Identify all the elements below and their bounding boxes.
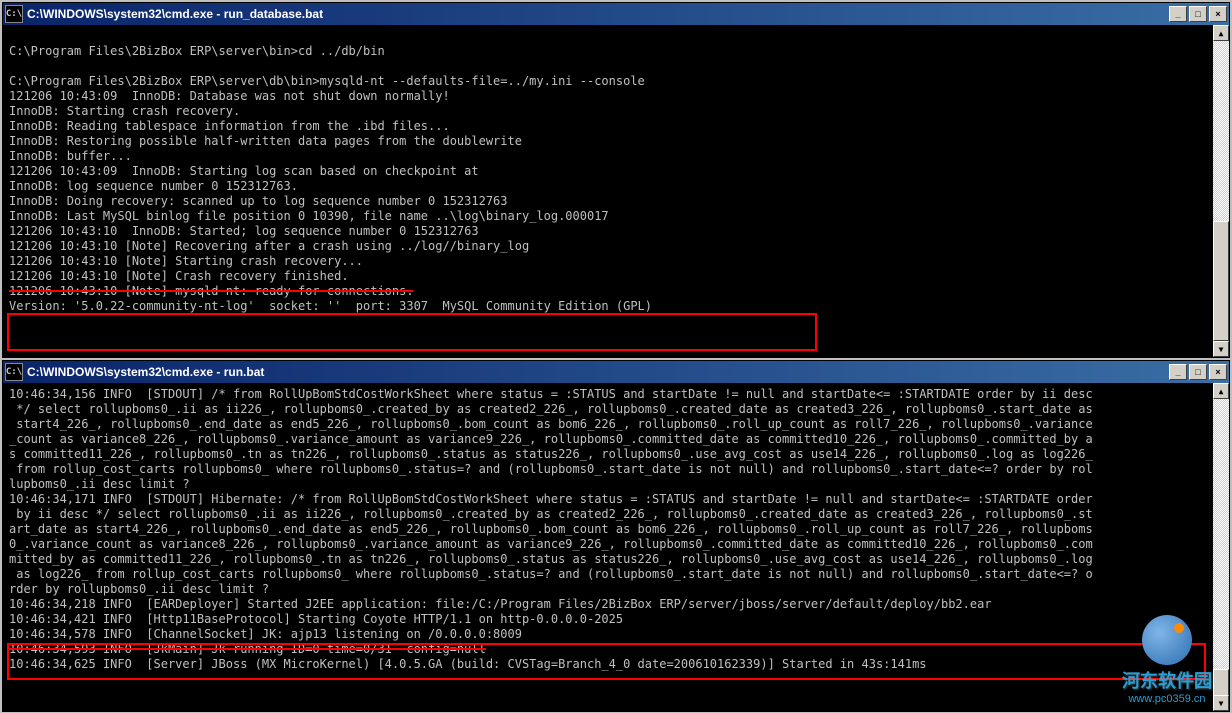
- terminal-line: start4_226_, rollupboms0_.end_date as en…: [9, 417, 1223, 432]
- terminal-line: 10:46:34,421 INFO [Http11BaseProtocol] S…: [9, 612, 1223, 627]
- scroll-up-button[interactable]: ▲: [1213, 25, 1229, 41]
- terminal-line: C:\Program Files\2BizBox ERP\server\bin>…: [9, 44, 1223, 59]
- terminal-line: lupboms0_.ii desc limit ?: [9, 477, 1223, 492]
- close-button[interactable]: ×: [1209, 364, 1227, 380]
- terminal-line: InnoDB: Doing recovery: scanned up to lo…: [9, 194, 1223, 209]
- terminal-line: mitted_by as committed11_226_, rollupbom…: [9, 552, 1223, 567]
- terminal-line: 121206 10:43:10 [Note] Starting crash re…: [9, 254, 1223, 269]
- terminal-line: 121206 10:43:10 [Note] mysqld-nt: ready …: [9, 284, 1223, 299]
- terminal-line: art_date as start4_226_, rollupboms0_.en…: [9, 522, 1223, 537]
- cmd-icon: C:\: [5, 363, 23, 381]
- terminal-line: 10:46:34,578 INFO [ChannelSocket] JK: aj…: [9, 627, 1223, 642]
- close-button[interactable]: ×: [1209, 6, 1227, 22]
- terminal-line: */ select rollupboms0_.ii as ii226_, rol…: [9, 402, 1223, 417]
- terminal-line: InnoDB: Reading tablespace information f…: [9, 119, 1223, 134]
- terminal-output[interactable]: C:\Program Files\2BizBox ERP\server\bin>…: [3, 25, 1229, 357]
- terminal-line: 121206 10:43:09 InnoDB: Starting log sca…: [9, 164, 1223, 179]
- maximize-button[interactable]: □: [1189, 6, 1207, 22]
- terminal-line: 10:46:34,593 INFO [JkMain] Jk running ID…: [9, 642, 1223, 657]
- terminal-line: rder by rollupboms0_.ii desc limit ?: [9, 582, 1223, 597]
- titlebar[interactable]: C:\ C:\WINDOWS\system32\cmd.exe - run.ba…: [3, 361, 1229, 383]
- scroll-thumb[interactable]: [1213, 669, 1229, 697]
- cmd-window-database: C:\ C:\WINDOWS\system32\cmd.exe - run_da…: [2, 2, 1230, 358]
- window-controls: _ □ ×: [1169, 364, 1227, 380]
- maximize-button[interactable]: □: [1189, 364, 1207, 380]
- scroll-down-button[interactable]: ▼: [1213, 695, 1229, 711]
- terminal-line: 0_.variance_count as variance8_226_, rol…: [9, 537, 1223, 552]
- scroll-track[interactable]: [1213, 41, 1229, 341]
- terminal-line: Version: '5.0.22-community-nt-log' socke…: [9, 299, 1223, 314]
- terminal-line: [9, 59, 1223, 74]
- window-controls: _ □ ×: [1169, 6, 1227, 22]
- window-title: C:\WINDOWS\system32\cmd.exe - run_databa…: [27, 7, 1169, 21]
- terminal-line: 121206 10:43:10 InnoDB: Started; log seq…: [9, 224, 1223, 239]
- window-title: C:\WINDOWS\system32\cmd.exe - run.bat: [27, 365, 1169, 379]
- terminal-line: InnoDB: buffer...: [9, 149, 1223, 164]
- terminal-line: InnoDB: Restoring possible half-written …: [9, 134, 1223, 149]
- terminal-line: InnoDB: Last MySQL binlog file position …: [9, 209, 1223, 224]
- terminal-line: 10:46:34,625 INFO [Server] JBoss (MX Mic…: [9, 657, 1223, 672]
- terminal-line: C:\Program Files\2BizBox ERP\server\db\b…: [9, 74, 1223, 89]
- scroll-up-button[interactable]: ▲: [1213, 383, 1229, 399]
- terminal-line: InnoDB: log sequence number 0 152312763.: [9, 179, 1223, 194]
- terminal-output[interactable]: 10:46:34,156 INFO [STDOUT] /* from RollU…: [3, 383, 1229, 711]
- scroll-down-button[interactable]: ▼: [1213, 341, 1229, 357]
- terminal-line: 121206 10:43:10 [Note] Crash recovery fi…: [9, 269, 1223, 284]
- scrollbar[interactable]: ▲ ▼: [1213, 25, 1229, 357]
- terminal-line: _count as variance8_226_, rollupboms0_.v…: [9, 432, 1223, 447]
- terminal-line: [9, 29, 1223, 44]
- scroll-thumb[interactable]: [1213, 221, 1229, 341]
- scrollbar[interactable]: ▲ ▼: [1213, 383, 1229, 711]
- cmd-window-run: C:\ C:\WINDOWS\system32\cmd.exe - run.ba…: [2, 360, 1230, 712]
- terminal-line: by ii desc */ select rollupboms0_.ii as …: [9, 507, 1223, 522]
- terminal-line: from rollup_cost_carts rollupboms0_ wher…: [9, 462, 1223, 477]
- terminal-line: 10:46:34,156 INFO [STDOUT] /* from RollU…: [9, 387, 1223, 402]
- scroll-track[interactable]: [1213, 399, 1229, 695]
- terminal-line: 121206 10:43:10 [Note] Recovering after …: [9, 239, 1223, 254]
- terminal-line: s committed11_226_, rollupboms0_.tn as t…: [9, 447, 1223, 462]
- cmd-icon: C:\: [5, 5, 23, 23]
- terminal-line: InnoDB: Starting crash recovery.: [9, 104, 1223, 119]
- minimize-button[interactable]: _: [1169, 6, 1187, 22]
- minimize-button[interactable]: _: [1169, 364, 1187, 380]
- terminal-line: 10:46:34,171 INFO [STDOUT] Hibernate: /*…: [9, 492, 1223, 507]
- titlebar[interactable]: C:\ C:\WINDOWS\system32\cmd.exe - run_da…: [3, 3, 1229, 25]
- terminal-line: as log226_ from rollup_cost_carts rollup…: [9, 567, 1223, 582]
- terminal-line: 121206 10:43:09 InnoDB: Database was not…: [9, 89, 1223, 104]
- terminal-line: 10:46:34,218 INFO [EARDeployer] Started …: [9, 597, 1223, 612]
